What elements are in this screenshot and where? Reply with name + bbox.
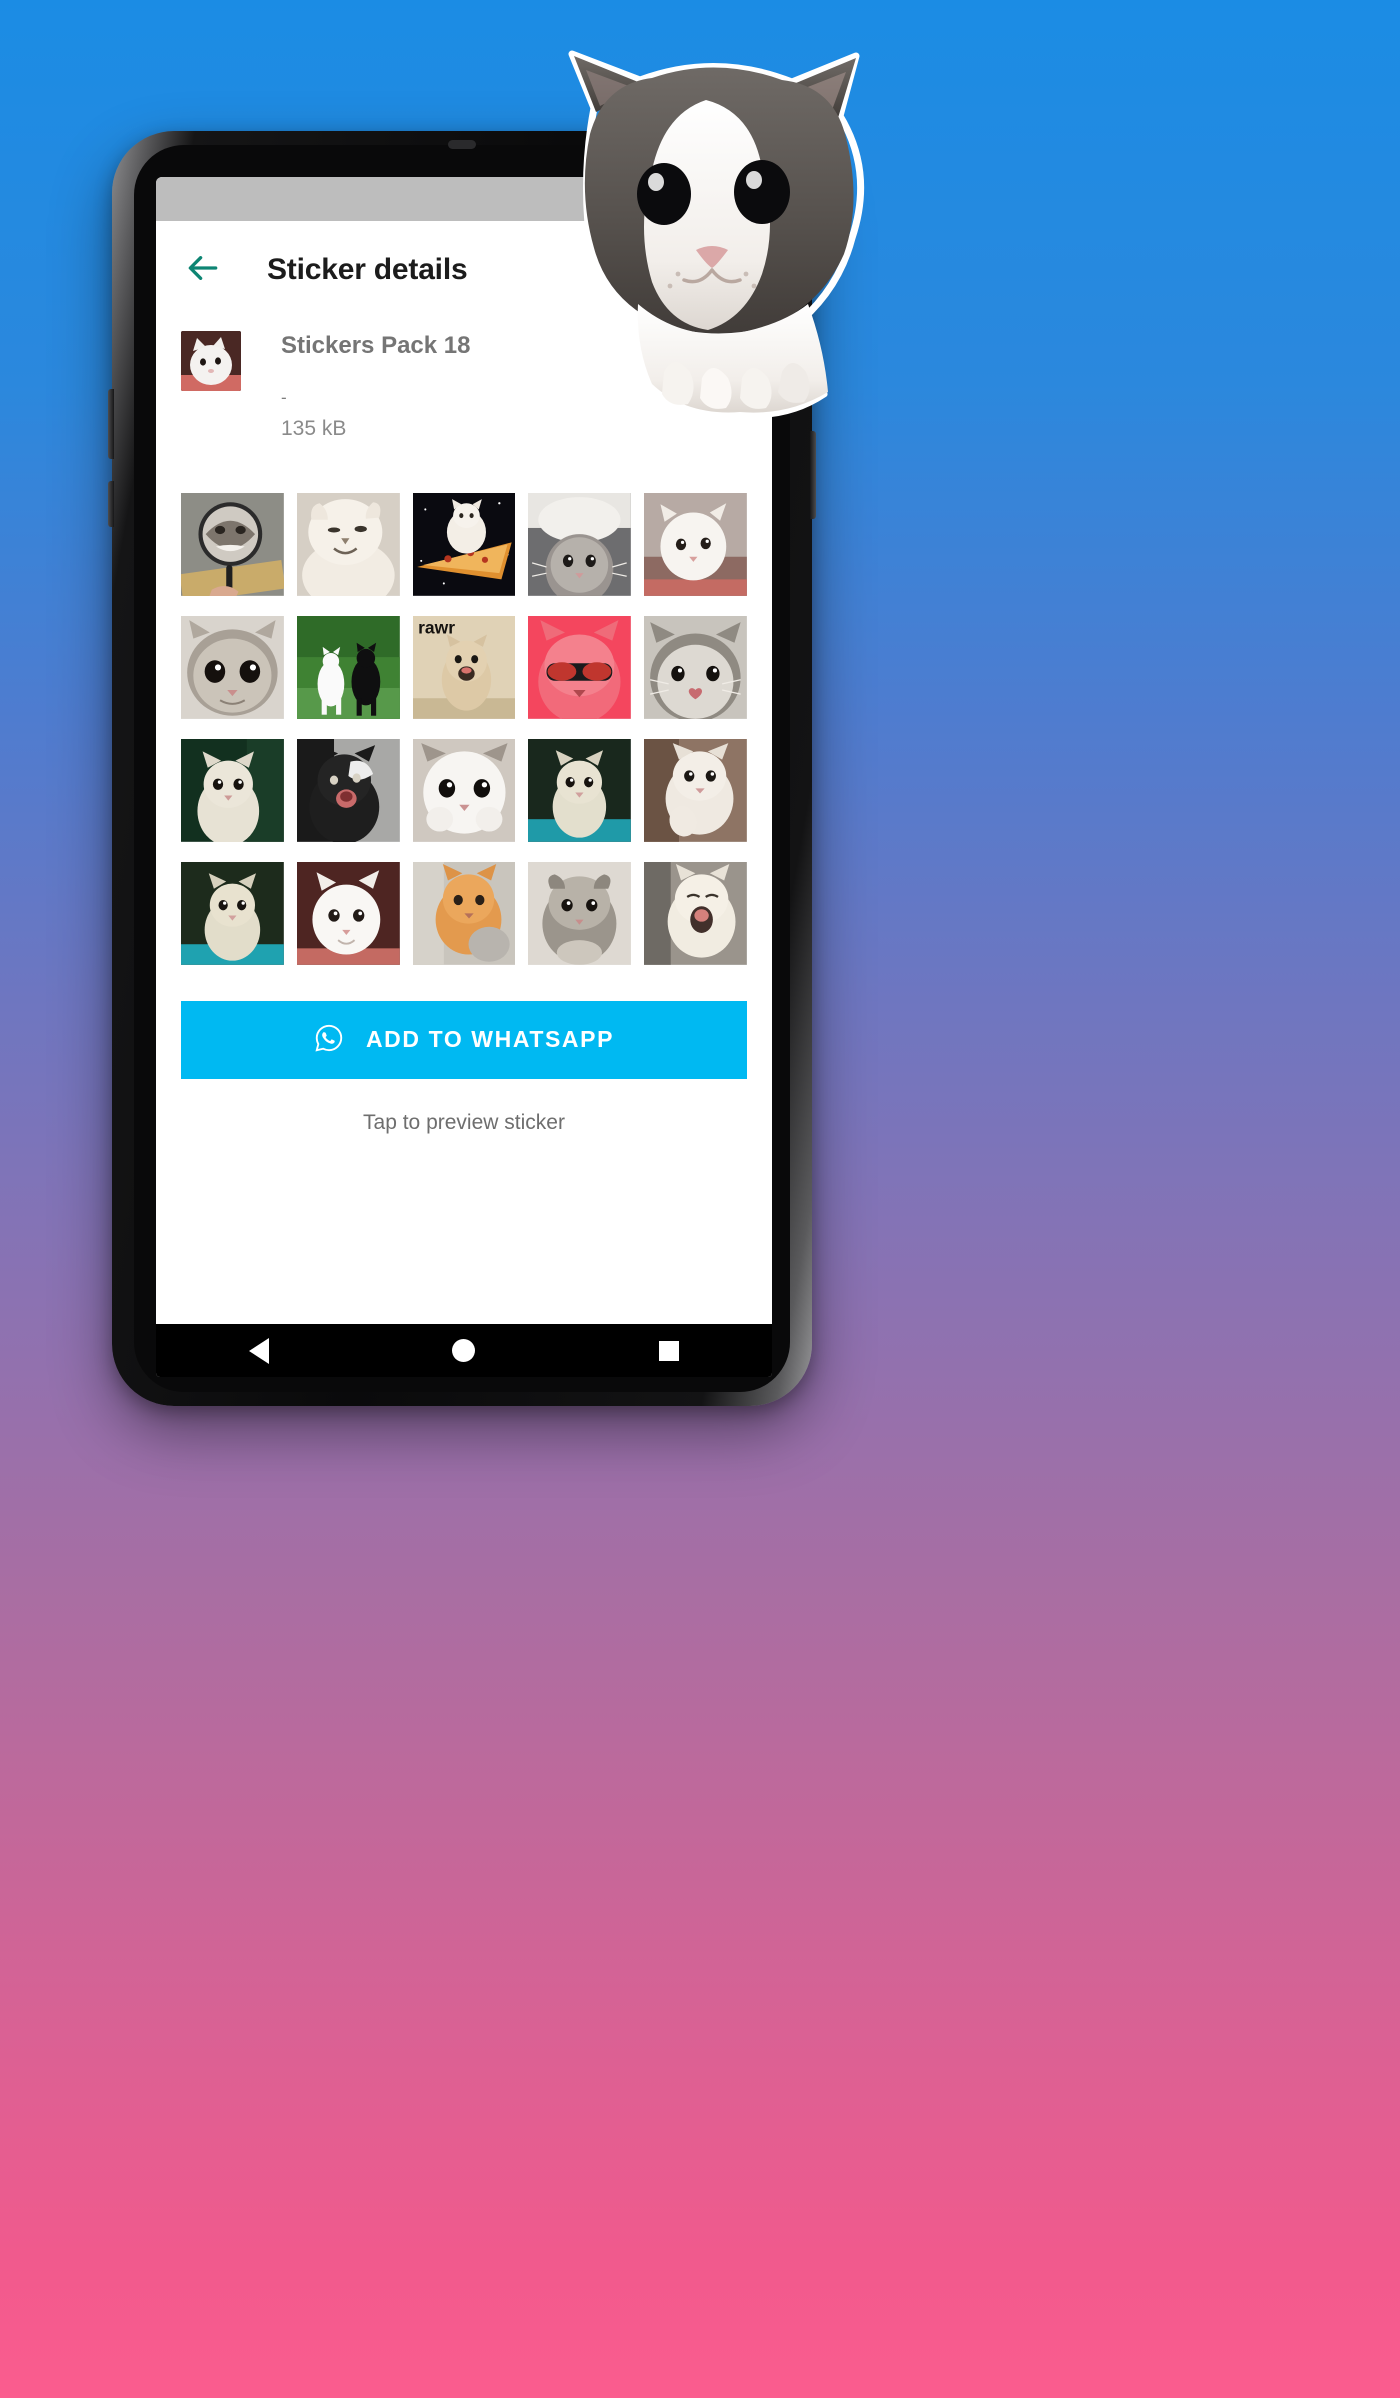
sticker-art [181, 493, 284, 597]
power-button[interactable] [810, 431, 816, 519]
sticker-item[interactable] [296, 739, 400, 842]
sticker-art [528, 493, 632, 597]
pack-size: 135 kB [281, 417, 347, 441]
phone-mockup: Sticker details Stickers Pack 18 - 135 k… [108, 131, 816, 1406]
phone-frame: Sticker details Stickers Pack 18 - 135 k… [108, 131, 816, 1406]
sticker-art: rawr [412, 616, 516, 719]
sticker-item[interactable]: rawr [412, 616, 516, 719]
pack-name: Stickers Pack 18 [281, 332, 471, 359]
triangle-back-icon [248, 1337, 269, 1364]
sticker-item[interactable] [644, 493, 747, 597]
sticker-art [644, 493, 747, 597]
sticker-item[interactable] [412, 861, 516, 965]
sticker-art [296, 861, 400, 965]
pack-thumbnail[interactable] [181, 331, 241, 391]
phone-screen: Sticker details Stickers Pack 18 - 135 k… [156, 177, 772, 1377]
sticker-art [644, 616, 747, 720]
pack-info: Stickers Pack 18 - 135 kB [156, 319, 772, 439]
nav-back-button[interactable] [223, 1324, 295, 1377]
sticker-art [644, 739, 747, 842]
cta-zone: ADD TO WHATSAPP Tap to preview sticker [156, 965, 772, 1135]
sticker-item[interactable] [181, 861, 284, 965]
sticker-art [528, 616, 632, 719]
sticker-item[interactable] [296, 493, 400, 597]
sticker-art [412, 861, 516, 965]
volume-up-button[interactable] [108, 389, 114, 459]
sticker-item[interactable] [296, 616, 400, 719]
sticker-item[interactable] [644, 861, 747, 965]
sticker-art [528, 739, 632, 842]
sticker-art [296, 493, 400, 597]
whatsapp-icon [314, 1023, 344, 1056]
sticker-art [296, 616, 400, 719]
pack-publisher: - [281, 388, 287, 408]
sticker-art [181, 739, 284, 842]
sticker-item[interactable] [412, 739, 516, 842]
app-content: Sticker details Stickers Pack 18 - 135 k… [156, 221, 772, 1326]
sticker-item[interactable] [644, 739, 747, 842]
sticker-art [412, 739, 516, 842]
sticker-art [528, 861, 632, 965]
sticker-item[interactable] [528, 739, 632, 842]
sticker-item[interactable] [181, 493, 284, 597]
sticker-art [181, 616, 284, 719]
sticker-item[interactable] [644, 616, 747, 720]
add-to-whatsapp-button[interactable]: ADD TO WHATSAPP [181, 1000, 747, 1079]
sticker-grid: rawr [156, 439, 772, 965]
volume-down-button[interactable] [108, 481, 114, 527]
sticker-art [644, 861, 747, 965]
sticker-item[interactable] [528, 493, 632, 597]
status-bar [156, 177, 772, 221]
pack-thumbnail-art [181, 331, 241, 391]
nav-recents-button[interactable] [633, 1324, 705, 1377]
sticker-item[interactable] [296, 861, 400, 965]
square-recents-icon [659, 1340, 680, 1361]
sticker-item[interactable] [181, 616, 284, 719]
app-bar: Sticker details [156, 221, 772, 319]
sticker-art [181, 861, 284, 965]
page-title: Sticker details [267, 253, 468, 286]
arrow-left-icon [184, 249, 222, 292]
back-button[interactable] [181, 248, 225, 292]
earpiece-speaker [448, 140, 476, 149]
add-to-whatsapp-label: ADD TO WHATSAPP [365, 1026, 615, 1053]
sticker-art [412, 493, 516, 597]
sticker-item[interactable] [528, 861, 632, 965]
preview-hint: Tap to preview sticker [363, 1110, 565, 1134]
android-nav-bar [156, 1324, 772, 1377]
pack-meta: Stickers Pack 18 - 135 kB [281, 331, 470, 439]
sticker-item[interactable] [181, 739, 284, 842]
sticker-item[interactable] [412, 493, 516, 597]
svg-text:rawr: rawr [418, 618, 455, 638]
sticker-art [296, 739, 400, 842]
sticker-item[interactable] [528, 616, 632, 719]
nav-home-button[interactable] [428, 1324, 500, 1377]
circle-home-icon [452, 1339, 476, 1362]
